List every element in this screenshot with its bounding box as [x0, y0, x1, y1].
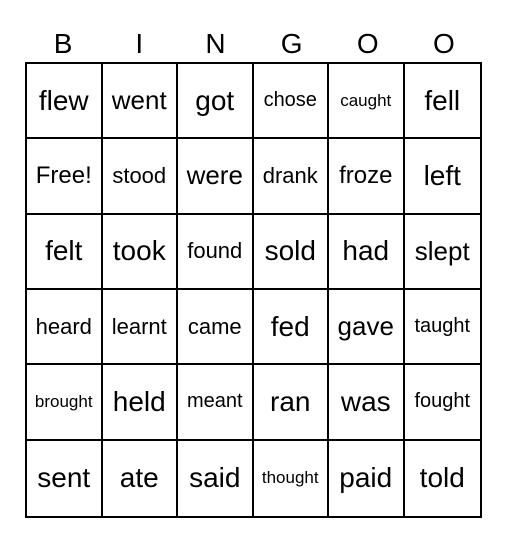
bingo-cell[interactable]: brought — [27, 365, 103, 441]
header-letter-b: B — [53, 28, 73, 59]
header-letter-n: N — [205, 28, 226, 59]
bingo-cell[interactable]: had — [329, 214, 405, 290]
bingo-cell[interactable]: fed — [253, 290, 329, 366]
header-letter-i: I — [135, 28, 144, 59]
bingo-cell[interactable]: flew — [27, 64, 103, 140]
bingo-cell[interactable]: left — [404, 139, 480, 215]
bingo-cell[interactable]: drank — [253, 139, 329, 215]
bingo-cell[interactable]: felt — [27, 214, 103, 290]
header-letter-g: G — [280, 28, 303, 59]
bingo-cell[interactable]: chose — [253, 64, 329, 140]
bingo-cell[interactable]: sent — [27, 440, 103, 516]
header-letter-o-2: O — [433, 28, 455, 59]
bingo-cell[interactable]: ate — [103, 440, 178, 516]
bingo-grid: flew went got chose caught fell Free! st… — [25, 62, 482, 518]
bingo-cell[interactable]: taught — [404, 290, 480, 366]
bingo-cell[interactable]: slept — [404, 215, 480, 290]
bingo-cell[interactable]: took — [102, 214, 178, 290]
bingo-cell[interactable]: heard — [27, 290, 103, 366]
bingo-cell[interactable]: were — [178, 139, 254, 215]
bingo-cell[interactable]: thought — [254, 440, 329, 516]
bingo-cell[interactable]: said — [178, 440, 254, 516]
bingo-cell[interactable]: held — [102, 365, 178, 441]
bingo-cell[interactable]: paid — [329, 440, 405, 516]
bingo-cell[interactable]: found — [178, 214, 254, 290]
bingo-cell[interactable]: told — [405, 441, 481, 516]
bingo-cell[interactable]: went — [102, 64, 178, 140]
free-space-cell[interactable]: Free! — [27, 139, 103, 215]
bingo-cell[interactable]: fell — [404, 64, 480, 140]
bingo-cell[interactable]: sold — [253, 214, 329, 290]
bingo-cell[interactable]: froze — [329, 139, 405, 215]
bingo-cell[interactable]: was — [329, 365, 405, 441]
bingo-cell[interactable]: caught — [329, 64, 405, 140]
bingo-cell[interactable]: ran — [253, 365, 329, 441]
bingo-cell[interactable]: got — [178, 64, 254, 140]
bingo-cell[interactable]: fought — [404, 365, 480, 441]
bingo-cell[interactable]: gave — [329, 290, 405, 366]
bingo-cell[interactable]: learnt — [102, 290, 178, 366]
bingo-cell[interactable]: came — [178, 290, 254, 366]
header-letter-o: O — [356, 28, 379, 59]
bingo-cell[interactable]: stood — [102, 139, 178, 215]
bingo-cell[interactable]: meant — [178, 365, 254, 441]
bingo-header: B I N G O O — [25, 28, 482, 60]
